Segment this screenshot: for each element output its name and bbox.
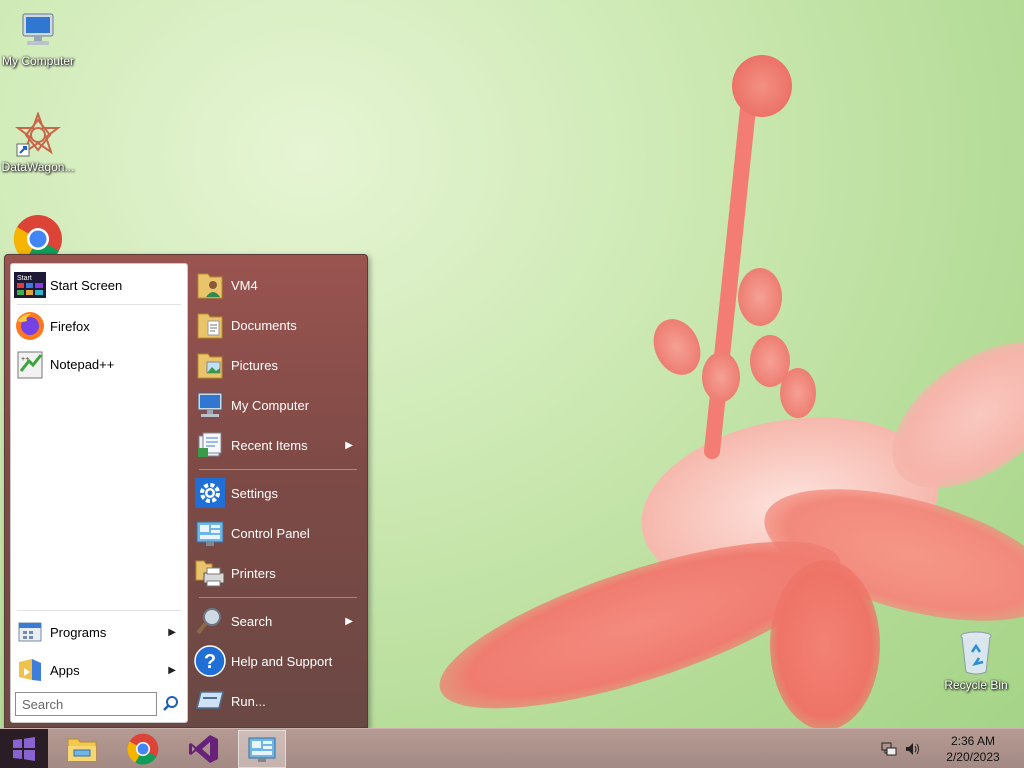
clock-date: 2/20/2023 (946, 750, 1000, 764)
start-menu-link-pictures[interactable]: Pictures (193, 347, 361, 383)
datawagon-icon (15, 112, 61, 157)
search-icon (193, 605, 227, 637)
start-menu-item-label: Start Screen (50, 277, 123, 293)
divider (17, 304, 181, 305)
start-menu-link-label: Run... (231, 693, 266, 709)
start-menu-item-programs[interactable]: Programs ▶ (14, 614, 184, 650)
svg-text:?: ? (204, 651, 216, 673)
start-screen-icon: Start (14, 269, 46, 301)
start-menu-link-label: Control Panel (231, 525, 310, 541)
start-menu-item-firefox[interactable]: Firefox (14, 308, 184, 344)
start-menu-link-run[interactable]: Run... (193, 683, 361, 719)
desktop-icon-label: My Computer (1, 54, 75, 68)
start-menu-link-label: Recent Items (231, 437, 308, 453)
start-menu-link-help-and-support[interactable]: ? Help and Support (193, 643, 361, 679)
control-panel-icon (248, 737, 276, 762)
taskbar-file-explorer[interactable] (58, 730, 106, 768)
start-button[interactable] (0, 729, 48, 768)
taskbar-visual-studio[interactable] (180, 730, 228, 768)
volume-icon[interactable] (904, 740, 922, 758)
start-menu-link-search[interactable]: Search ▶ (193, 603, 361, 639)
start-menu-link-vm4[interactable]: VM4 (193, 267, 361, 303)
divider (199, 597, 357, 598)
start-menu-link-settings[interactable]: Settings (193, 475, 361, 511)
start-menu-link-recent-items[interactable]: Recent Items ▶ (193, 427, 361, 463)
clock-time: 2:36 AM (950, 734, 996, 748)
search-input[interactable] (16, 693, 156, 715)
start-menu-item-apps[interactable]: Apps ▶ (14, 652, 184, 688)
start-menu-link-label: Documents (231, 317, 297, 333)
help-icon: ? (193, 645, 227, 677)
start-menu-link-printers[interactable]: Printers (193, 555, 361, 591)
start-menu-item-notepad-plus-plus[interactable]: ++ Notepad++ (14, 346, 184, 382)
notepad-plus-plus-icon: ++ (14, 348, 46, 380)
desktop-icon-label: Recycle Bin (944, 678, 1008, 692)
start-menu-item-label: Programs (50, 624, 107, 640)
user-folder-icon (193, 269, 227, 301)
start-menu-link-label: VM4 (231, 277, 258, 293)
taskbar-control-panel[interactable] (238, 730, 286, 768)
divider (199, 469, 357, 470)
svg-text:++: ++ (21, 356, 29, 363)
start-menu-link-documents[interactable]: Documents (193, 307, 361, 343)
start-menu-item-label: Notepad++ (50, 356, 115, 372)
recent-items-icon (193, 429, 227, 461)
network-icon[interactable] (880, 740, 898, 758)
start-menu-item-label: Apps (50, 662, 80, 678)
computer-icon (22, 13, 54, 45)
chevron-right-icon: ▶ (345, 615, 353, 627)
chevron-right-icon: ▶ (168, 626, 176, 638)
visual-studio-icon (189, 735, 218, 763)
apps-icon (14, 654, 46, 686)
gear-icon (193, 477, 227, 509)
desktop-icon-datawagon[interactable]: DataWagon... (0, 112, 76, 174)
start-menu-search-field[interactable] (15, 692, 157, 716)
chevron-right-icon: ▶ (168, 664, 176, 676)
control-panel-icon (193, 517, 227, 549)
desktop-icon-recycle-bin[interactable]: Recycle Bin (938, 630, 1014, 692)
start-menu-link-my-computer[interactable]: My Computer (193, 387, 361, 423)
start-menu-link-label: My Computer (231, 397, 310, 413)
start-menu-link-label: Search (231, 613, 273, 629)
search-button[interactable] (161, 694, 181, 714)
programs-icon (14, 616, 46, 648)
printer-icon (193, 557, 227, 589)
search-icon (163, 696, 178, 711)
start-menu-link-label: Pictures (231, 357, 278, 373)
pictures-folder-icon (193, 349, 227, 381)
taskbar-chrome[interactable] (119, 730, 167, 768)
start-menu-item-start-screen[interactable]: Start Start Screen (14, 267, 184, 303)
taskbar: 2:36 AM 2/20/2023 (0, 728, 1024, 768)
computer-icon (193, 389, 227, 421)
divider (17, 610, 181, 611)
system-tray: 2:36 AM 2/20/2023 (880, 729, 1024, 768)
start-menu-item-label: Firefox (50, 318, 90, 334)
start-menu-left-pane: Start Start Screen Firefox ++ Notepad++ … (10, 263, 188, 723)
file-explorer-icon (67, 738, 97, 762)
chrome-icon (127, 733, 159, 765)
chevron-right-icon: ▶ (345, 439, 353, 451)
firefox-icon (14, 310, 46, 342)
run-icon (193, 685, 227, 717)
start-menu-link-control-panel[interactable]: Control Panel (193, 515, 361, 551)
desktop-icon-my-computer[interactable]: My Computer (0, 10, 76, 68)
start-menu-link-label: Help and Support (231, 653, 333, 669)
clock[interactable]: 2:36 AM 2/20/2023 (928, 733, 1018, 765)
start-menu: Start Start Screen Firefox ++ Notepad++ … (4, 254, 368, 728)
documents-folder-icon (193, 309, 227, 341)
svg-text:Start: Start (17, 275, 32, 282)
recycle-bin-icon (960, 631, 992, 675)
desktop-icon-label: DataWagon... (1, 160, 75, 174)
start-menu-link-label: Settings (231, 485, 278, 501)
windows-logo-icon (13, 737, 35, 761)
start-menu-link-label: Printers (231, 565, 276, 581)
